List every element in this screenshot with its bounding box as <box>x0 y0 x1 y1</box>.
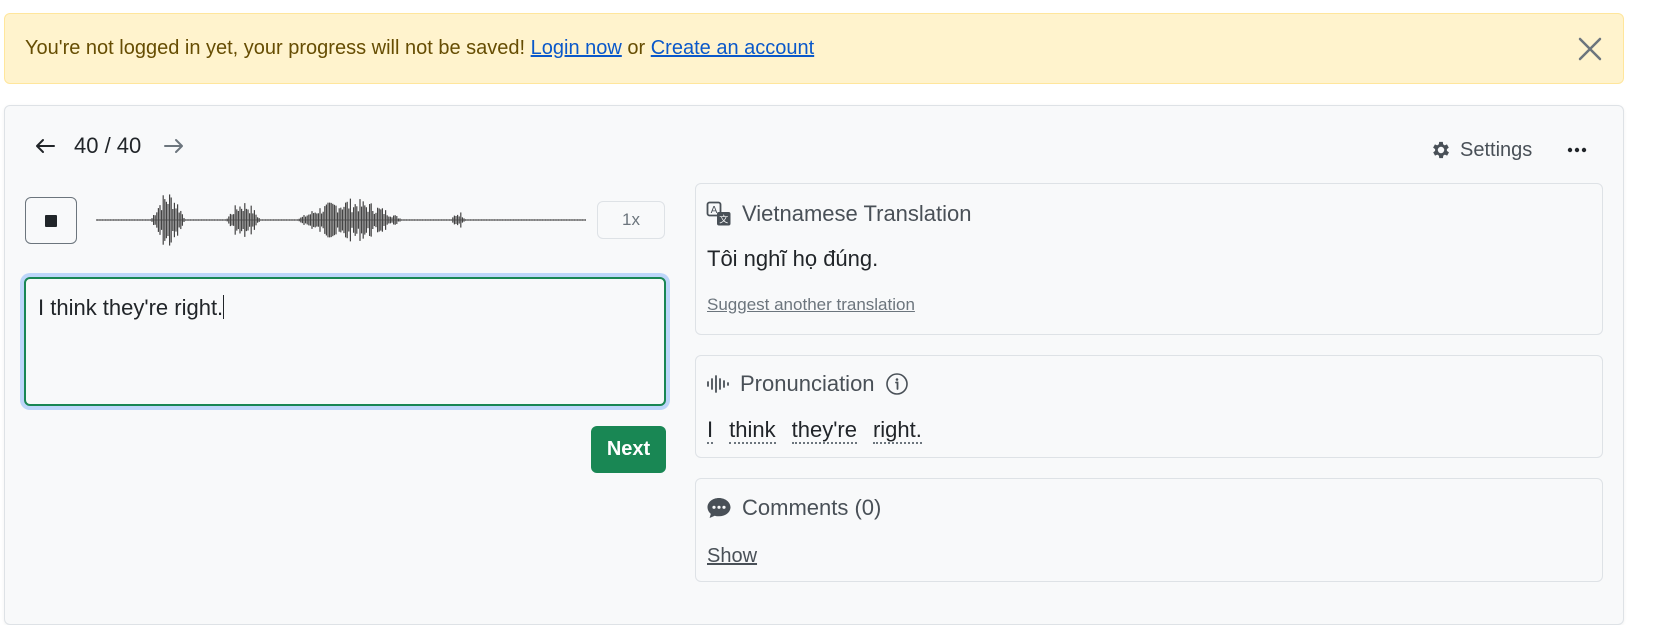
text-caret <box>223 295 225 319</box>
translate-icon: A 文 <box>706 201 731 226</box>
svg-text:文: 文 <box>719 214 728 226</box>
pronunciation-word[interactable]: I <box>707 418 714 444</box>
answer-text: I think they're right. <box>38 295 224 320</box>
translation-text: Tôi nghĩ họ đúng. <box>707 246 879 271</box>
suggest-translation-link[interactable]: Suggest another translation <box>707 295 915 315</box>
pronunciation-header: Pronunciation <box>706 371 919 397</box>
login-alert: You're not logged in yet, your progress … <box>4 13 1624 84</box>
login-link[interactable]: Login now <box>531 37 622 60</box>
translation-title: Vietnamese Translation <box>742 201 972 226</box>
show-comments-link[interactable]: Show <box>707 545 757 568</box>
settings-label: Settings <box>1460 138 1533 161</box>
translation-panel: A 文 Vietnamese Translation Tôi nghĩ họ đ… <box>695 183 1603 335</box>
gear-icon <box>1433 141 1449 159</box>
alert-message: You're not logged in yet, your progress … <box>25 37 526 59</box>
speech-bubble-icon <box>707 498 731 518</box>
arrow-right-icon[interactable] <box>157 130 191 162</box>
pronunciation-panel: Pronunciation I think they're right. <box>695 355 1603 458</box>
stop-icon <box>45 214 57 227</box>
next-button[interactable]: Next <box>591 426 666 473</box>
pronunciation-word[interactable]: right. <box>872 418 922 444</box>
sentence-counter: 40 / 40 <box>74 133 142 158</box>
answer-input[interactable]: I think they're right. <box>24 277 666 406</box>
soundwave-icon <box>707 375 729 393</box>
pronunciation-word[interactable]: they're <box>791 418 857 444</box>
pronunciation-words: I think they're right. <box>707 418 938 444</box>
comments-panel: Comments (0) Show <box>695 478 1603 582</box>
pronunciation-word[interactable]: think <box>729 418 776 444</box>
close-icon[interactable] <box>1573 32 1607 66</box>
settings-button[interactable]: Settings <box>1430 133 1532 167</box>
ellipsis-icon[interactable] <box>1560 133 1594 167</box>
alert-or-text: or <box>627 37 646 59</box>
audio-waveform[interactable] <box>96 182 586 258</box>
comments-title: Comments (0) <box>742 495 882 520</box>
translation-header: A 文 Vietnamese Translation <box>706 201 972 227</box>
comments-header: Comments (0) <box>706 495 881 521</box>
info-icon[interactable] <box>885 372 919 396</box>
arrow-left-icon[interactable] <box>28 130 62 162</box>
stop-button[interactable] <box>25 197 77 244</box>
playback-speed-button[interactable]: 1x <box>597 201 665 239</box>
sentence-navigation: 40 / 40 <box>28 130 191 162</box>
pronunciation-title: Pronunciation <box>740 371 875 396</box>
svg-text:A: A <box>711 205 718 216</box>
create-account-link[interactable]: Create an account <box>651 37 814 60</box>
